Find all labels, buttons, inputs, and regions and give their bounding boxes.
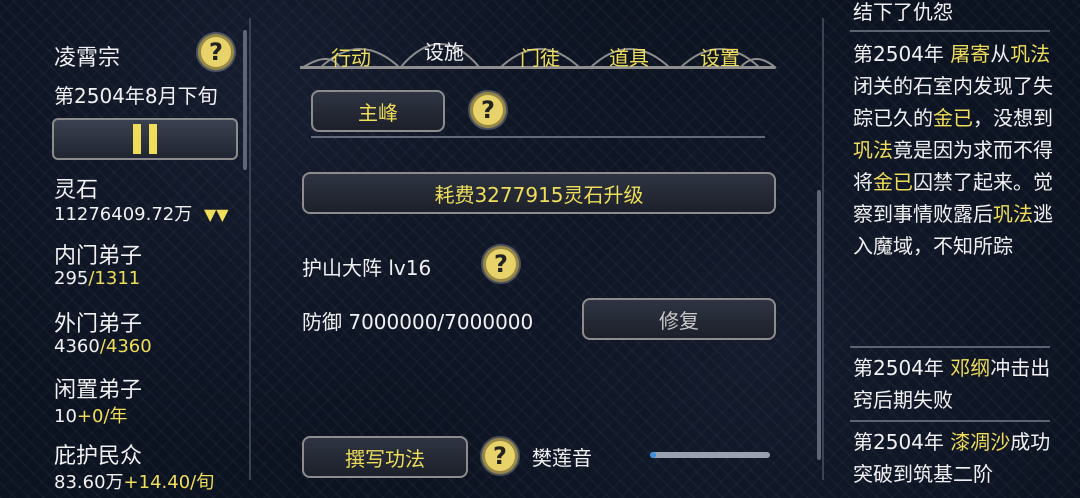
array-level: 护山大阵 lv16 [302,256,432,280]
repair-button[interactable]: 修复 [582,298,776,340]
log-entry: 第2504年 邓纲冲击出窍后期失败 [853,356,1051,412]
help-icon[interactable]: ? [198,34,234,70]
log-entry: 结下了仇怨 [853,0,953,24]
log-separator [850,346,1050,348]
inner-disciples-value: 295/1311 [54,268,141,289]
left-scrollbar[interactable] [243,30,247,170]
section-divider [311,136,765,138]
author-name: 樊莲音 [532,446,592,470]
left-divider [249,18,251,480]
help-icon[interactable]: ? [483,246,519,282]
tab-disciples[interactable]: 门徒 [520,42,560,71]
log-separator [850,420,1050,422]
writing-progress-bar [650,452,770,458]
log-entry: 第2504年 屠寄从巩法闭关的石室内发现了失踪已久的金已，没想到巩法竟是因为求而… [853,42,1053,258]
help-icon[interactable]: ? [482,438,518,474]
sect-name: 凌霄宗 [54,46,121,71]
upgrade-button[interactable]: 耗费3277915灵石升级 [302,172,776,214]
right-divider [822,18,824,480]
protected-people-value: 83.60万+14.40/旬 [54,472,215,493]
idle-disciples-value: 10+0/年 [54,406,128,427]
tab-action[interactable]: 行动 [331,42,371,71]
help-icon[interactable]: ? [470,92,506,128]
write-technique-button[interactable]: 撰写功法 [302,436,468,478]
defense-value: 防御 7000000/7000000 [302,310,534,334]
middle-scrollbar[interactable] [817,190,821,460]
lingshi-value: 11276409.72万 ▼▼ [54,204,229,225]
pause-button[interactable] [52,118,238,160]
tab-facility[interactable]: 设施 [424,36,464,65]
sect-panel: 凌霄宗 ? 第2504年8月下旬 灵石 11276409.72万 ▼▼ 内门弟子… [0,0,250,498]
outer-disciples-label: 外门弟子 [54,312,143,337]
main-peak-button[interactable]: 主峰 [311,90,445,132]
lingshi-trend-icon: ▼▼ [203,205,229,224]
tab-settings[interactable]: 设置 [700,42,740,71]
pause-icon [133,124,157,154]
protected-people-label: 庇护民众 [54,444,143,469]
log-separator [850,30,1050,32]
idle-disciples-label: 闲置弟子 [54,378,143,403]
tab-items[interactable]: 道具 [609,42,649,71]
game-date: 第2504年8月下旬 [54,84,218,108]
inner-disciples-label: 内门弟子 [54,244,143,269]
log-entry: 第2504年 漆凋沙成功突破到筑基二阶 [853,430,1051,486]
outer-disciples-value: 4360/4360 [54,336,152,357]
